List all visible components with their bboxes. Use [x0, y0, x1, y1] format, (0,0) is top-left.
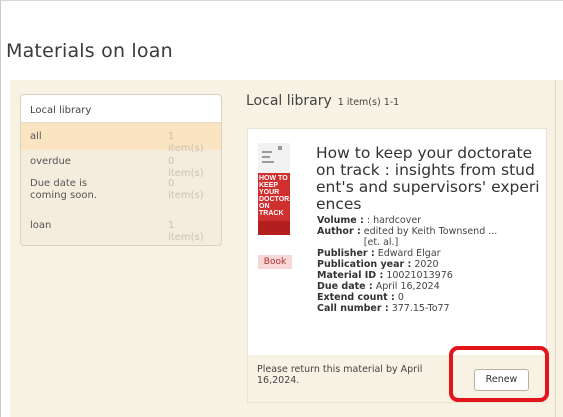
detail-label: Due date : — [317, 281, 373, 292]
filter-item-count: 0 item(s) — [168, 156, 204, 179]
detail-value: : hardcover — [366, 215, 422, 226]
filter-item-label: all — [30, 131, 42, 142]
filter-item-count: 1 item(s) — [168, 131, 204, 154]
book-cover-image[interactable]: HOW TO KEEP YOUR DOCTORATE ON TRACK — [258, 143, 290, 235]
detail-value: 2020 — [414, 259, 439, 270]
cover-bottom-band — [258, 221, 290, 235]
detail-volume: Volume : : hardcover — [317, 215, 542, 226]
detail-value: edited by Keith Townsend ... [et. al.] — [363, 226, 498, 248]
detail-label: Extend count : — [317, 292, 395, 303]
content-edge — [555, 80, 563, 417]
filter-item-count: 1 item(s) — [168, 220, 204, 243]
detail-value: Edward Elgar — [377, 248, 441, 259]
detail-material-id: Material ID : 10021013976 — [317, 270, 542, 281]
renew-button[interactable]: Renew — [474, 369, 529, 391]
detail-author: Author : edited by Keith Townsend ... [e… — [317, 226, 542, 248]
material-title-link[interactable]: How to keep your doctorate on track : in… — [316, 145, 544, 213]
detail-label: Publication year : — [317, 259, 412, 270]
filter-item-due-soon[interactable]: Due date is coming soon. 0 item(s) — [21, 172, 221, 216]
detail-value: 0 — [397, 292, 404, 303]
filter-item-overdue[interactable]: overdue 0 item(s) — [21, 150, 221, 179]
filter-item-loan[interactable]: loan 1 item(s) — [21, 216, 221, 243]
detail-label: Author : — [317, 226, 361, 237]
filter-item-label: Due date is coming soon. — [30, 178, 97, 201]
detail-publisher: Publisher : Edward Elgar — [317, 248, 542, 259]
detail-label: Publisher : — [317, 248, 375, 259]
cover-top-band — [258, 143, 290, 173]
material-card: HOW TO KEEP YOUR DOCTORATE ON TRACK Book… — [247, 128, 547, 403]
results-title-text: Local library — [246, 93, 332, 109]
filter-item-label: loan — [30, 220, 52, 231]
detail-extend-count: Extend count : 0 — [317, 292, 542, 303]
detail-call-number: Call number : 377.15-To77 — [317, 303, 542, 314]
detail-label: Call number : — [317, 303, 389, 314]
detail-due-date: Due date : April 16,2024 — [317, 281, 542, 292]
material-type-badge: Book — [258, 255, 292, 269]
detail-value: April 16,2024 — [375, 281, 440, 292]
card-footer: Please return this material by April 16,… — [248, 355, 546, 402]
return-notice: Please return this material by April 16,… — [257, 364, 423, 386]
detail-value: 377.15-To77 — [391, 303, 450, 314]
filter-panel: Local library all 1 item(s) overdue 0 it… — [20, 94, 222, 246]
detail-label: Material ID : — [317, 270, 384, 281]
detail-label: Volume : — [317, 215, 364, 226]
filter-item-count: 0 item(s) — [168, 178, 204, 201]
filter-item-all[interactable]: all 1 item(s) — [21, 123, 221, 154]
page-title: Materials on loan — [6, 40, 173, 62]
filter-item-label: overdue — [30, 156, 71, 167]
detail-publication-year: Publication year : 2020 — [317, 259, 542, 270]
results-title: Local library 1 item(s) 1-1 — [246, 93, 399, 109]
material-details: Volume : : hardcover Author : edited by … — [317, 215, 542, 314]
filter-header: Local library — [21, 95, 221, 123]
detail-value: 10021013976 — [386, 270, 453, 281]
results-count: 1 item(s) 1-1 — [337, 97, 400, 108]
cover-title-text: HOW TO KEEP YOUR DOCTORATE ON TRACK — [258, 173, 290, 221]
